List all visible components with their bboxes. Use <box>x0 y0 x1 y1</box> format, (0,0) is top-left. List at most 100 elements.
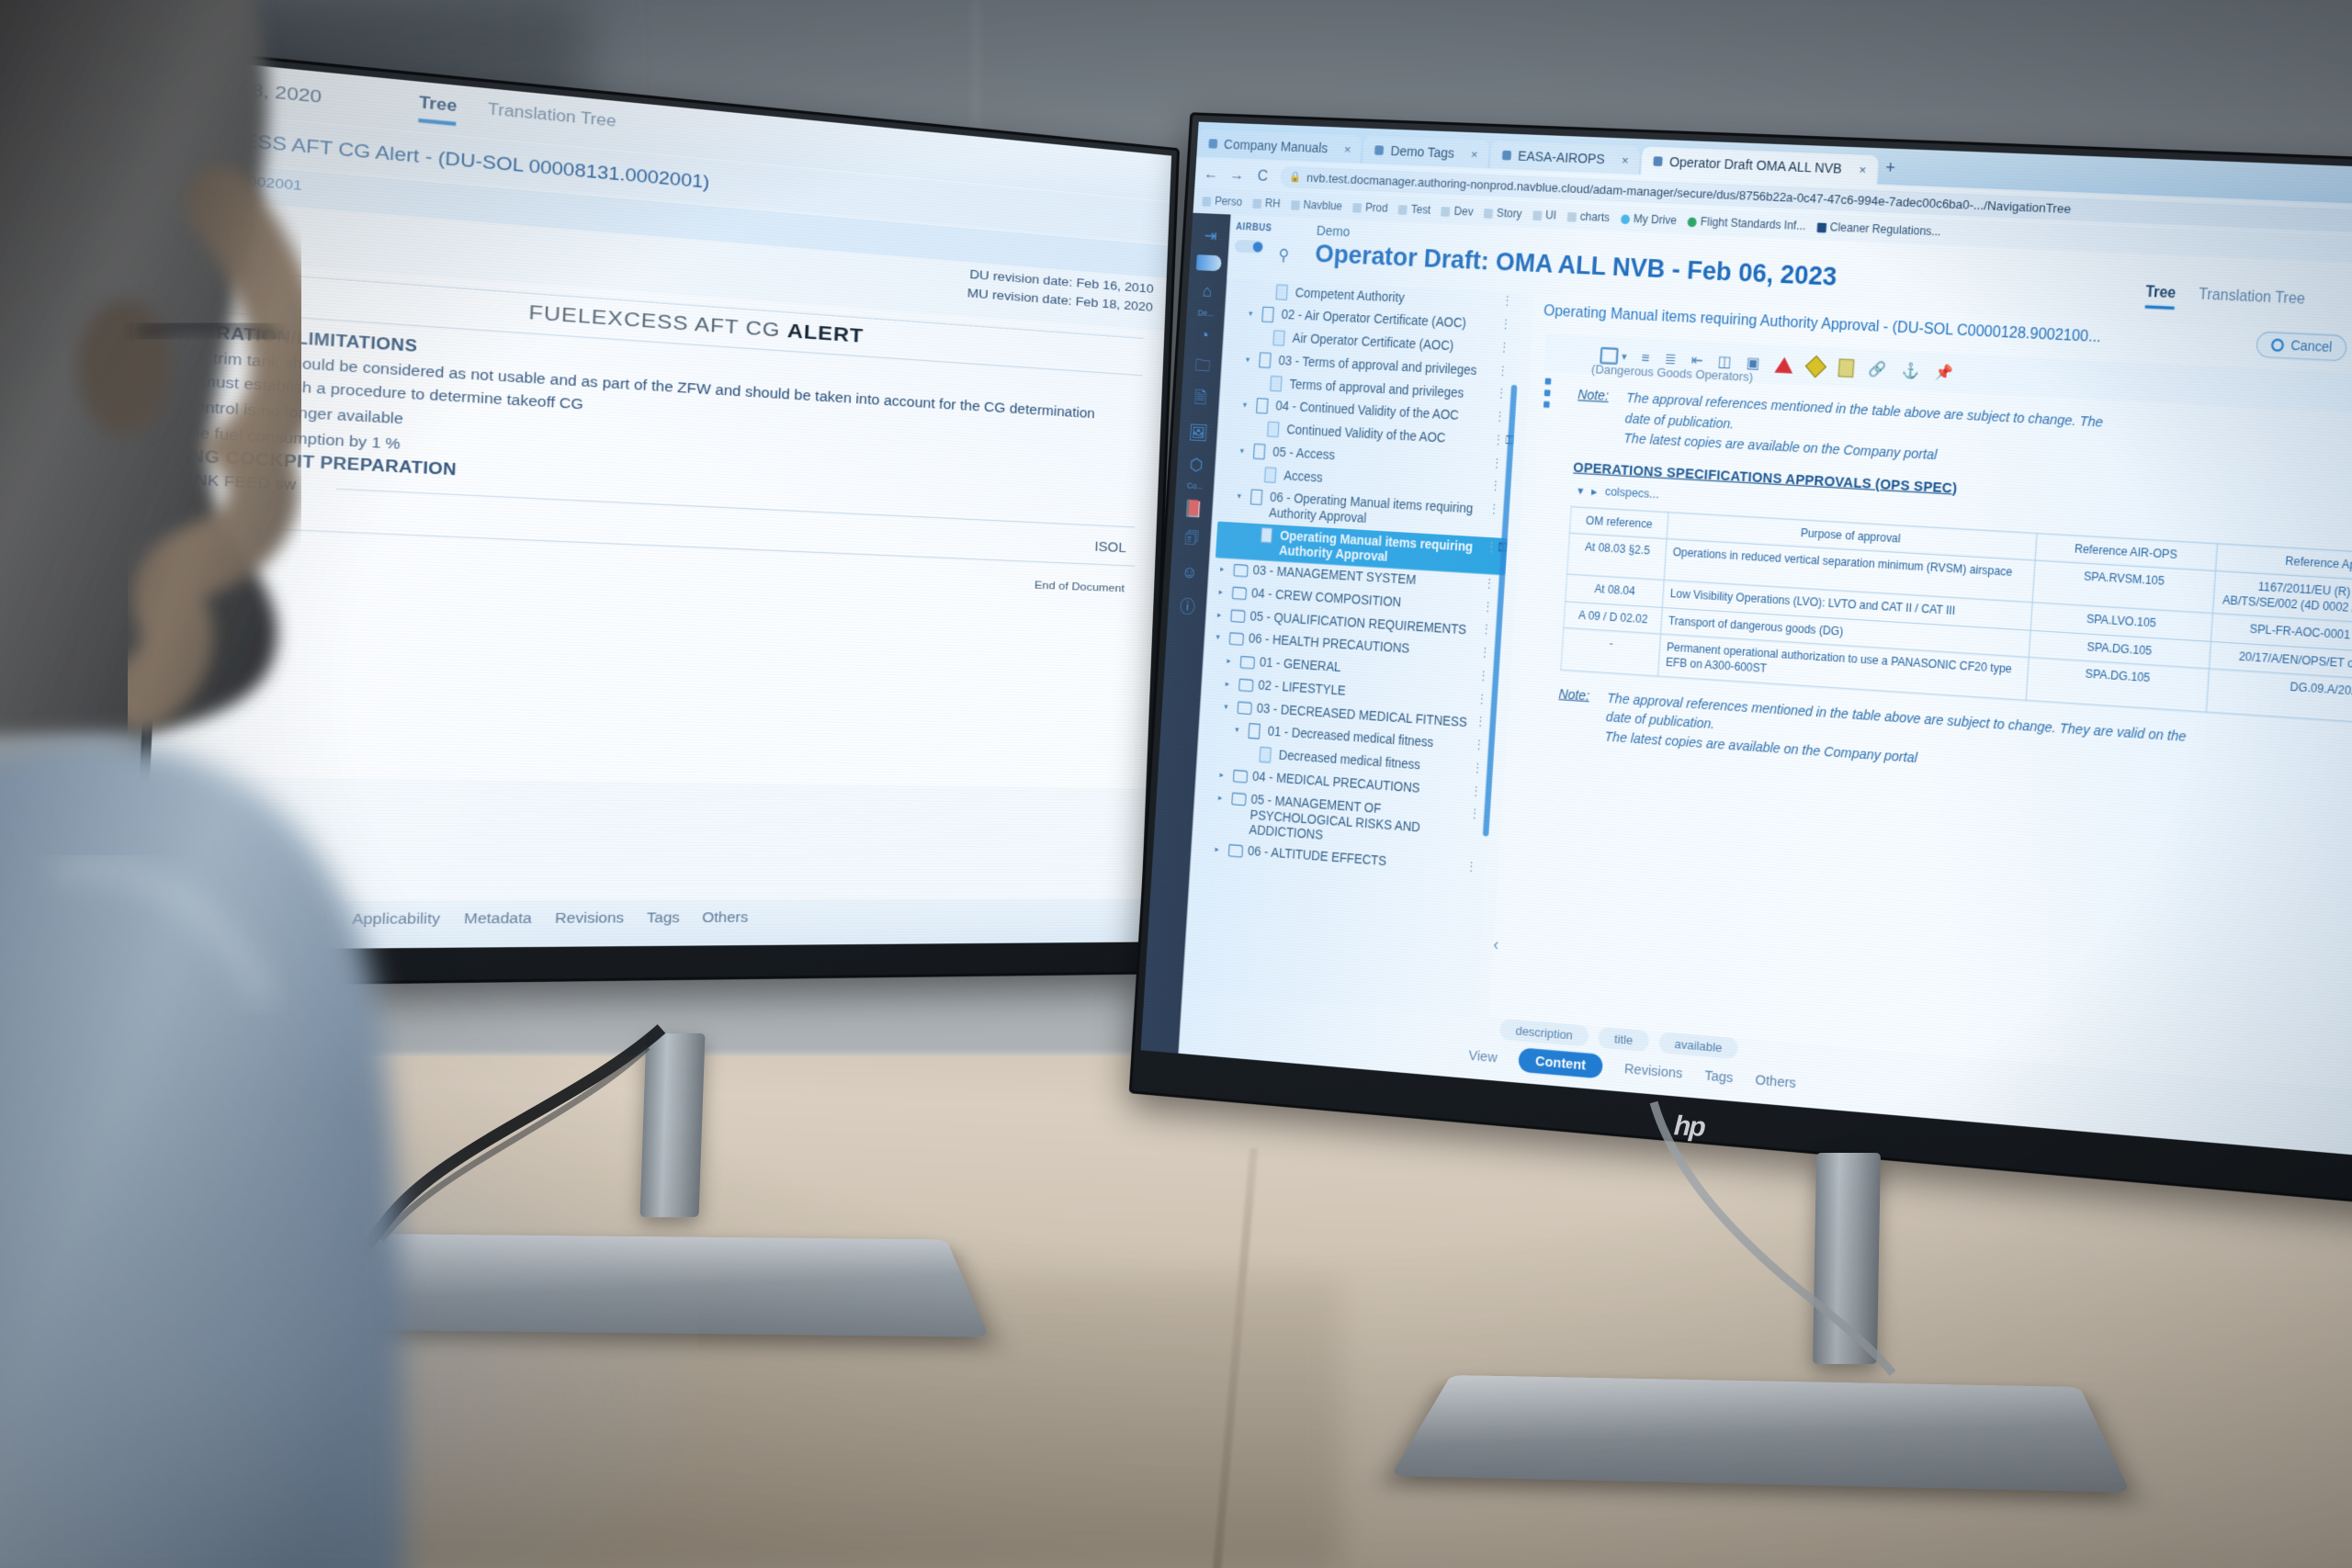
bookmark-story[interactable]: Story <box>1481 207 1526 221</box>
tree-item-menu-icon[interactable]: ⋮ <box>1481 623 1493 637</box>
tree-caret-icon[interactable]: ▾ <box>1243 397 1252 411</box>
link-icon[interactable]: 🔗 <box>1868 359 1887 378</box>
tree-caret-icon[interactable] <box>1248 525 1257 529</box>
new-tab-button[interactable]: + <box>1885 159 1896 178</box>
header-tabs[interactable]: Tree Translation Tree <box>2144 282 2306 315</box>
folder-icon[interactable]: 🗀 <box>1187 352 1217 385</box>
reload-icon[interactable]: C <box>1254 166 1272 185</box>
left-tab-tree[interactable]: Tree <box>418 94 458 127</box>
left-btab-tags[interactable]: Tags <box>646 910 681 931</box>
pin-icon[interactable]: 📌 <box>1934 363 1953 382</box>
tree-item-menu-icon[interactable]: ⋮ <box>1475 716 1487 730</box>
tree-caret-icon[interactable]: ▸ <box>1220 561 1229 575</box>
pill-title[interactable]: title <box>1598 1026 1650 1053</box>
sidebar-toggle[interactable] <box>1234 239 1264 254</box>
tree-item-menu-icon[interactable]: ⋮ <box>1472 761 1484 776</box>
bookmark-rh[interactable]: RH <box>1250 197 1283 210</box>
tree-caret-icon[interactable]: ▾ <box>1249 306 1258 319</box>
tree-item-menu-icon[interactable]: ⋮ <box>1482 600 1494 615</box>
tree-item-menu-icon[interactable]: ⋮ <box>1477 670 1489 684</box>
tree-caret-icon[interactable]: ▸ <box>1217 606 1227 620</box>
cancel-button[interactable]: Cancel <box>2256 331 2348 362</box>
btab-tags[interactable]: Tags <box>1704 1067 1734 1086</box>
back-icon[interactable]: ← <box>1203 164 1220 183</box>
tree-item-menu-icon[interactable]: ⋮ <box>1479 647 1491 661</box>
tree-item-menu-icon[interactable]: ⋮ <box>1484 577 1496 592</box>
tree-item-menu-icon[interactable]: ⋮ <box>1469 807 1481 822</box>
tab-close-icon[interactable]: × <box>1471 147 1478 162</box>
left-btab-others[interactable]: Others <box>702 910 749 931</box>
bookmark-charts[interactable]: charts <box>1564 210 1613 225</box>
tree-caret-icon[interactable]: ▾ <box>1237 489 1246 502</box>
tag-icon[interactable]: ⬡ <box>1182 447 1212 481</box>
tree-caret-icon[interactable]: ▾ <box>1235 722 1244 736</box>
tree-item-menu-icon[interactable]: ⋮ <box>1489 479 1502 493</box>
prev-page-button[interactable]: ‹ <box>1493 936 1499 955</box>
left-btab-revisions[interactable]: Revisions <box>555 911 625 932</box>
tree-caret-icon[interactable]: ▸ <box>1219 767 1228 781</box>
bookmark-dev[interactable]: Dev <box>1438 205 1476 219</box>
tree-item-menu-icon[interactable]: ⋮ <box>1496 387 1508 400</box>
page-icon[interactable]: 🗊 <box>1176 525 1206 558</box>
tree-item-menu-icon[interactable]: ⋮ <box>1470 784 1482 799</box>
tree-caret-icon[interactable]: ▾ <box>1216 629 1225 643</box>
document-icon[interactable]: 🗎 <box>1185 384 1216 418</box>
tree-caret-icon[interactable] <box>1251 466 1261 469</box>
home-icon[interactable]: ⌂ <box>1192 276 1222 309</box>
tree-item-menu-icon[interactable]: ⋮ <box>1500 318 1512 332</box>
tree-item-menu-icon[interactable]: ⋮ <box>1476 693 1488 707</box>
tree-caret-icon[interactable] <box>1257 375 1266 378</box>
tree-item-menu-icon[interactable]: ⋮ <box>1474 739 1486 753</box>
bookmark-my-drive[interactable]: My Drive <box>1617 212 1679 228</box>
chevron-down-icon[interactable]: ▾ <box>1577 483 1584 498</box>
editor-body[interactable]: Note: The approval references mentioned … <box>1540 386 2352 1066</box>
tree-caret-icon[interactable]: ▸ <box>1226 675 1235 689</box>
tree-item-menu-icon[interactable]: ⋮ <box>1498 341 1510 355</box>
bookmark-prod[interactable]: Prod <box>1350 201 1391 216</box>
tree-caret-icon[interactable] <box>1261 329 1270 333</box>
bookmark-flight-standards[interactable]: Flight Standards Inf... <box>1684 215 1809 233</box>
bookmark-perso[interactable]: Perso <box>1199 195 1245 209</box>
media-icon[interactable]: 🖼 <box>1183 416 1214 450</box>
btab-others[interactable]: Others <box>1755 1072 1797 1091</box>
tab-close-icon[interactable]: × <box>1344 141 1351 156</box>
tree-caret-icon[interactable]: ▾ <box>1224 698 1233 712</box>
tree-item-menu-icon[interactable]: ⋮ <box>1465 860 1477 874</box>
left-tabs[interactable]: Tree Translation Tree <box>418 94 616 141</box>
bookmark-cleaner-regulations[interactable]: Cleaner Regulations... <box>1814 220 1945 239</box>
bookmark-ui[interactable]: UI <box>1530 209 1560 222</box>
chart-icon[interactable]: ◔ <box>1189 320 1219 353</box>
left-btab-applicability[interactable]: Applicability <box>352 911 441 933</box>
navigation-tree[interactable]: Competent Authority ⋮ ▾ 02 - Air Operator C… <box>1188 278 1523 1017</box>
search-icon[interactable]: ⚲ <box>1278 246 1290 265</box>
tree-caret-icon[interactable]: ▸ <box>1215 841 1224 855</box>
tree-caret-icon[interactable]: ▸ <box>1218 584 1227 598</box>
tree-item-menu-icon[interactable]: ⋮ <box>1488 502 1500 516</box>
btab-revisions[interactable]: Revisions <box>1623 1061 1683 1082</box>
collapse-icon[interactable]: ⇥ <box>1195 220 1226 253</box>
tree-item-menu-icon[interactable]: ⋮ <box>1494 411 1506 424</box>
tree-item-menu-icon[interactable]: ⋮ <box>1497 364 1510 378</box>
left-tab-translation-tree[interactable]: Translation Tree <box>487 101 616 137</box>
left-btab-page-medias[interactable]: age medias <box>153 911 276 935</box>
info-icon[interactable]: ⓘ <box>1172 588 1203 622</box>
tree-caret-icon[interactable]: ▸ <box>1227 653 1236 667</box>
tree-item-menu-icon[interactable]: ⋮ <box>1501 295 1513 309</box>
caution-diamond-icon[interactable] <box>1804 355 1826 378</box>
tree-caret-icon[interactable]: ▾ <box>1240 443 1250 457</box>
left-btab-content[interactable]: tent <box>299 912 328 934</box>
tree-item-menu-icon[interactable]: ⋮ <box>1493 434 1505 447</box>
tree-caret-icon[interactable]: ▾ <box>1246 352 1255 366</box>
tab-close-icon[interactable]: × <box>1622 152 1630 167</box>
tree-caret-icon[interactable] <box>1254 421 1263 424</box>
bookmark-test[interactable]: Test <box>1396 203 1434 217</box>
warning-triangle-icon[interactable] <box>1773 355 1793 373</box>
btab-content[interactable]: Content <box>1518 1047 1604 1079</box>
forward-icon[interactable]: → <box>1228 165 1246 184</box>
tree-item-menu-icon[interactable]: ⋮ <box>1491 457 1503 470</box>
support-icon[interactable]: ☺ <box>1174 557 1204 591</box>
left-btab-metadata[interactable]: Metadata <box>463 911 533 932</box>
left-bottom-tabs[interactable]: age medias tent Applicability Metadata R… <box>153 910 749 935</box>
editor-gutter[interactable] <box>1543 378 1571 410</box>
tab-close-icon[interactable]: × <box>1859 162 1867 177</box>
